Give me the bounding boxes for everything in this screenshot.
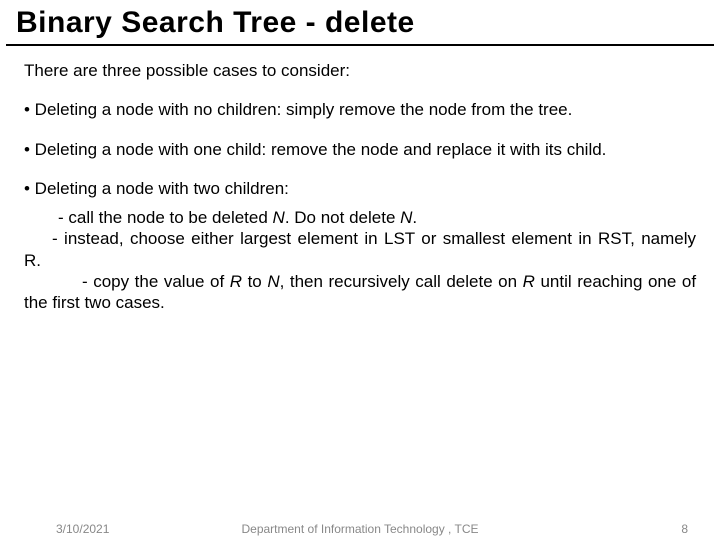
sub-steps: - call the node to be deleted N. Do not …	[24, 207, 696, 313]
sub-step-3-part-a: - copy the value of	[82, 272, 230, 291]
sub-step-1-n1: N	[273, 208, 285, 227]
sub-step-3: - copy the value of R to N, then recursi…	[24, 271, 696, 314]
sub-step-3-part-c: to	[248, 272, 268, 291]
sub-step-3-r1: R	[230, 272, 248, 291]
footer-department: Department of Information Technology , T…	[0, 522, 720, 536]
sub-step-1: - call the node to be deleted N. Do not …	[24, 207, 696, 228]
sub-step-2: - instead, choose either largest element…	[24, 228, 696, 271]
sub-step-3-part-e: , then recursively call delete on	[280, 272, 523, 291]
slide: Binary Search Tree - delete There are th…	[0, 0, 720, 540]
sub-step-3-n: N	[267, 272, 279, 291]
sub-step-1-part-a: - call the node to be deleted	[58, 208, 273, 227]
footer-page-number: 8	[681, 522, 688, 536]
slide-body: There are three possible cases to consid…	[0, 46, 720, 313]
sub-step-1-part-c: . Do not delete	[285, 208, 400, 227]
sub-step-3-r2: R	[523, 272, 541, 291]
bullet-no-children: • Deleting a node with no children: simp…	[24, 99, 696, 120]
bullet-one-child: • Deleting a node with one child: remove…	[24, 139, 696, 160]
sub-step-1-n2: N	[400, 208, 412, 227]
slide-title: Binary Search Tree - delete	[6, 0, 714, 46]
sub-step-1-part-e: .	[412, 208, 417, 227]
bullet-two-children: • Deleting a node with two children:	[24, 178, 696, 199]
intro-text: There are three possible cases to consid…	[24, 60, 696, 81]
